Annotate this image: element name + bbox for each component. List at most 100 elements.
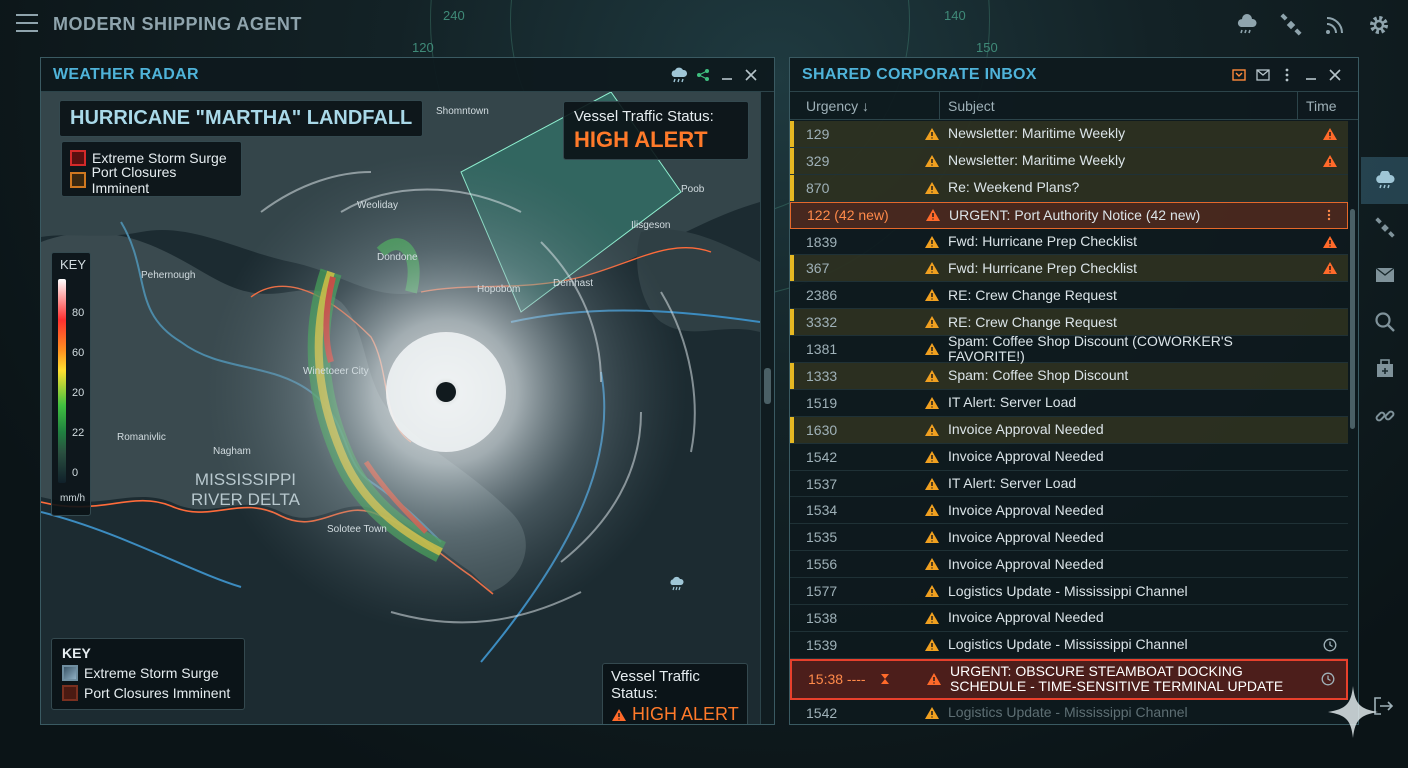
- region-label-line: MISSISSIPPI: [194, 470, 297, 489]
- sidebar-item-package[interactable]: [1361, 345, 1408, 392]
- email-row[interactable]: 1535 Invoice Approval Needed: [790, 524, 1348, 552]
- email-row[interactable]: 1519 IT Alert: Server Load: [790, 390, 1348, 417]
- email-subject: Invoice Approval Needed: [948, 421, 1104, 438]
- email-warning: [924, 127, 942, 141]
- email-subject: RE: Crew Change Request: [948, 286, 1117, 303]
- region-label: MISSISSIPPI RIVER DELTA: [191, 470, 300, 510]
- warning-icon: [925, 531, 939, 544]
- email-urgency: 1839: [806, 233, 838, 250]
- scrollbar-thumb[interactable]: [764, 368, 771, 404]
- legend-bottom: KEY Extreme Storm Surge Port Closures Im…: [51, 638, 245, 710]
- email-subject: Fwd: Hurricane Prep Checklist: [948, 259, 1138, 276]
- email-row[interactable]: 870 Re: Weekend Plans?: [790, 174, 1348, 202]
- email-row[interactable]: 1556 Invoice Approval Needed: [790, 551, 1348, 579]
- email-row[interactable]: 1534 Invoice Approval Needed: [790, 497, 1348, 525]
- top-toolbar: [1234, 12, 1392, 38]
- email-row[interactable]: 3332 RE: Crew Change Request: [790, 309, 1348, 337]
- email-warning: [924, 315, 942, 329]
- warning-icon: [926, 209, 940, 222]
- email-urgency: 1542: [806, 448, 838, 465]
- email-urgency: 122 (42 new): [807, 207, 889, 224]
- scale-unit: mm/h: [60, 493, 85, 504]
- email-row[interactable]: 367 Fwd: Hurricane Prep Checklist: [790, 255, 1348, 283]
- scrollbar-thumb[interactable]: [1350, 209, 1355, 429]
- email-row[interactable]: 129 Newsletter: Maritime Weekly: [790, 121, 1348, 148]
- gear-icon[interactable]: [1366, 12, 1392, 38]
- email-row[interactable]: 1538 Invoice Approval Needed: [790, 605, 1348, 632]
- sidebar-item-search[interactable]: [1361, 298, 1408, 345]
- radar-map[interactable]: Shomntown Weoliday Dondone Pehernough Ho…: [41, 92, 760, 724]
- email-urgency-text: 15:38 ----: [808, 671, 866, 688]
- warning-icon: [925, 343, 939, 356]
- more-options-icon[interactable]: [1327, 209, 1331, 221]
- place-label: Nagham: [213, 446, 251, 457]
- flag-icon[interactable]: [1228, 64, 1250, 86]
- minimize-icon[interactable]: [716, 64, 738, 86]
- place-label: Hopobom: [477, 284, 521, 295]
- weather-icon[interactable]: [1234, 12, 1260, 38]
- email-row[interactable]: 1630 Invoice Approval Needed: [790, 416, 1348, 444]
- email-warning: [924, 423, 942, 437]
- warning-icon: [925, 127, 939, 140]
- email-row[interactable]: 1577 Logistics Update - Mississippi Chann…: [790, 578, 1348, 606]
- email-urgency: 870: [806, 179, 830, 196]
- menu-icon[interactable]: [16, 14, 38, 32]
- email-row[interactable]: 122 (42 new) URGENT: Port Authority Notic…: [790, 201, 1348, 229]
- email-row[interactable]: 1542 Logistics Update - Mississippi Chann…: [790, 700, 1348, 725]
- sidebar-item-link[interactable]: [1361, 392, 1408, 439]
- more-options-icon[interactable]: [1276, 64, 1298, 86]
- legend-swatch: [62, 665, 78, 681]
- warning-icon: [925, 585, 939, 598]
- email-urgency: 367: [806, 260, 830, 277]
- email-time: [1312, 127, 1348, 141]
- email-urgency: 1381: [806, 341, 838, 358]
- scale-tick: 60: [72, 347, 85, 359]
- email-subject: IT Alert: Server Load: [948, 475, 1077, 492]
- mail-icon[interactable]: [1252, 64, 1274, 86]
- column-subject[interactable]: Subject: [940, 92, 1298, 119]
- radar-scrollbar[interactable]: [760, 92, 774, 724]
- email-urgency: 1630: [806, 421, 838, 438]
- email-subject: Logistics Update - Mississippi Channel: [948, 636, 1188, 653]
- satellite-icon[interactable]: [1278, 12, 1304, 38]
- warning-icon: [1323, 235, 1337, 248]
- minimize-icon[interactable]: [1300, 64, 1322, 86]
- sidebar-item-satellite[interactable]: [1361, 204, 1408, 251]
- email-row[interactable]: 1839 Fwd: Hurricane Prep Checklist: [790, 229, 1348, 256]
- email-row[interactable]: 2386 RE: Crew Change Request: [790, 282, 1348, 310]
- mail-icon: [1375, 266, 1394, 282]
- email-subject: Spam: Coffee Shop Discount (COWORKER'S F…: [948, 333, 1233, 365]
- column-urgency[interactable]: Urgency ↓: [790, 92, 940, 119]
- close-icon[interactable]: [1324, 64, 1346, 86]
- column-time[interactable]: Time: [1298, 92, 1358, 119]
- weather-icon[interactable]: [668, 64, 690, 86]
- clock-icon: [1323, 638, 1337, 652]
- radar-panel-title: WEATHER RADAR: [53, 65, 199, 83]
- share-icon[interactable]: [692, 64, 714, 86]
- vessel-status-box-bottom: Vessel Traffic Status: HIGH ALERT: [602, 663, 748, 724]
- inbox-scrollbar[interactable]: [1346, 121, 1358, 725]
- email-subject: Logistics Update - Mississippi Channel: [948, 582, 1188, 599]
- email-urgency: 1542: [806, 704, 838, 721]
- place-label: Pehernough: [141, 270, 196, 281]
- email-row[interactable]: 1333 Spam: Coffee Shop Discount: [790, 363, 1348, 390]
- warning-icon: [925, 181, 939, 194]
- email-row[interactable]: 1537 IT Alert: Server Load: [790, 471, 1348, 498]
- critical-email-row[interactable]: 15:38 ---- URGENT: OBSCURE STEAMBOAT DOCK…: [790, 658, 1348, 700]
- sidebar-item-mail[interactable]: [1361, 251, 1408, 298]
- sidebar-item-weather[interactable]: [1361, 157, 1408, 204]
- email-row[interactable]: 329 Newsletter: Maritime Weekly: [790, 147, 1348, 175]
- email-row[interactable]: 1381 Spam: Coffee Shop Discount (COWORKER…: [790, 333, 1348, 365]
- email-row[interactable]: 1542 Invoice Approval Needed: [790, 444, 1348, 471]
- logout-icon[interactable]: [1372, 695, 1396, 719]
- email-subject: Invoice Approval Needed: [948, 528, 1104, 545]
- signal-icon[interactable]: [1322, 12, 1348, 38]
- close-icon[interactable]: [740, 64, 762, 86]
- package-icon: [1376, 358, 1393, 377]
- legend-item: Port Closures Imminent: [62, 683, 234, 703]
- inbox-panel-title: SHARED CORPORATE INBOX: [802, 65, 1037, 83]
- email-row[interactable]: 1539 Logistics Update - Mississippi Chann…: [790, 632, 1348, 659]
- email-urgency: 3332: [806, 314, 838, 331]
- scale-tick: 80: [72, 307, 85, 319]
- warning-icon: [1323, 154, 1337, 167]
